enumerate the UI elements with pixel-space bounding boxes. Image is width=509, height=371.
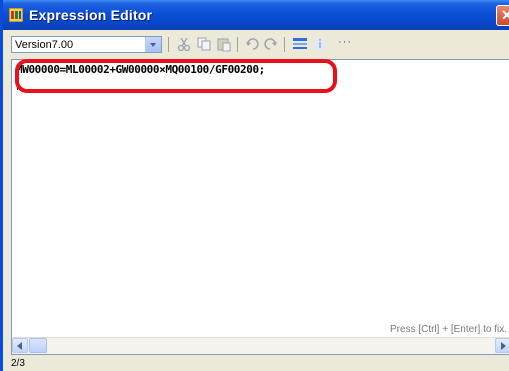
close-icon: ✕ xyxy=(501,7,509,24)
status-bar: 2/3 xyxy=(11,358,509,371)
chevron-down-icon[interactable] xyxy=(145,37,161,52)
expression-textarea[interactable]: MW00000=ML00002+GW00000×MQ00100/GF00200;… xyxy=(11,59,509,355)
redo-icon[interactable] xyxy=(263,36,279,52)
version-select-value: Version7.00 xyxy=(15,39,74,51)
undo-icon[interactable] xyxy=(244,36,260,52)
toolbar: Version7.00 ··· xyxy=(11,36,509,54)
expression-editor-window: Expression Editor ✕ Version7.00 xyxy=(0,0,509,371)
horizontal-scrollbar[interactable] xyxy=(12,337,509,354)
paste-icon[interactable] xyxy=(216,36,232,52)
toolbar-separator xyxy=(168,37,169,52)
scroll-left-icon[interactable] xyxy=(12,338,28,353)
scrollbar-thumb[interactable] xyxy=(29,338,47,353)
close-button[interactable]: ✕ xyxy=(496,5,509,26)
scroll-right-icon[interactable] xyxy=(495,338,509,353)
fix-hint: Press [Ctrl] + [Enter] to fix. xyxy=(390,324,507,335)
toolbar-separator xyxy=(237,37,238,52)
info-icon[interactable] xyxy=(312,36,328,52)
list-icon[interactable] xyxy=(292,36,308,52)
app-icon xyxy=(9,8,23,22)
copy-icon[interactable] xyxy=(196,36,212,52)
title-bar[interactable]: Expression Editor ✕ xyxy=(3,0,509,30)
more-button[interactable]: ··· xyxy=(338,36,352,48)
toolbar-separator xyxy=(284,37,285,52)
annotation-highlight xyxy=(15,59,337,93)
cut-icon[interactable] xyxy=(176,36,192,52)
window-title: Expression Editor xyxy=(29,7,153,23)
line-position: 2/3 xyxy=(11,358,25,369)
version-select[interactable]: Version7.00 xyxy=(11,36,162,53)
